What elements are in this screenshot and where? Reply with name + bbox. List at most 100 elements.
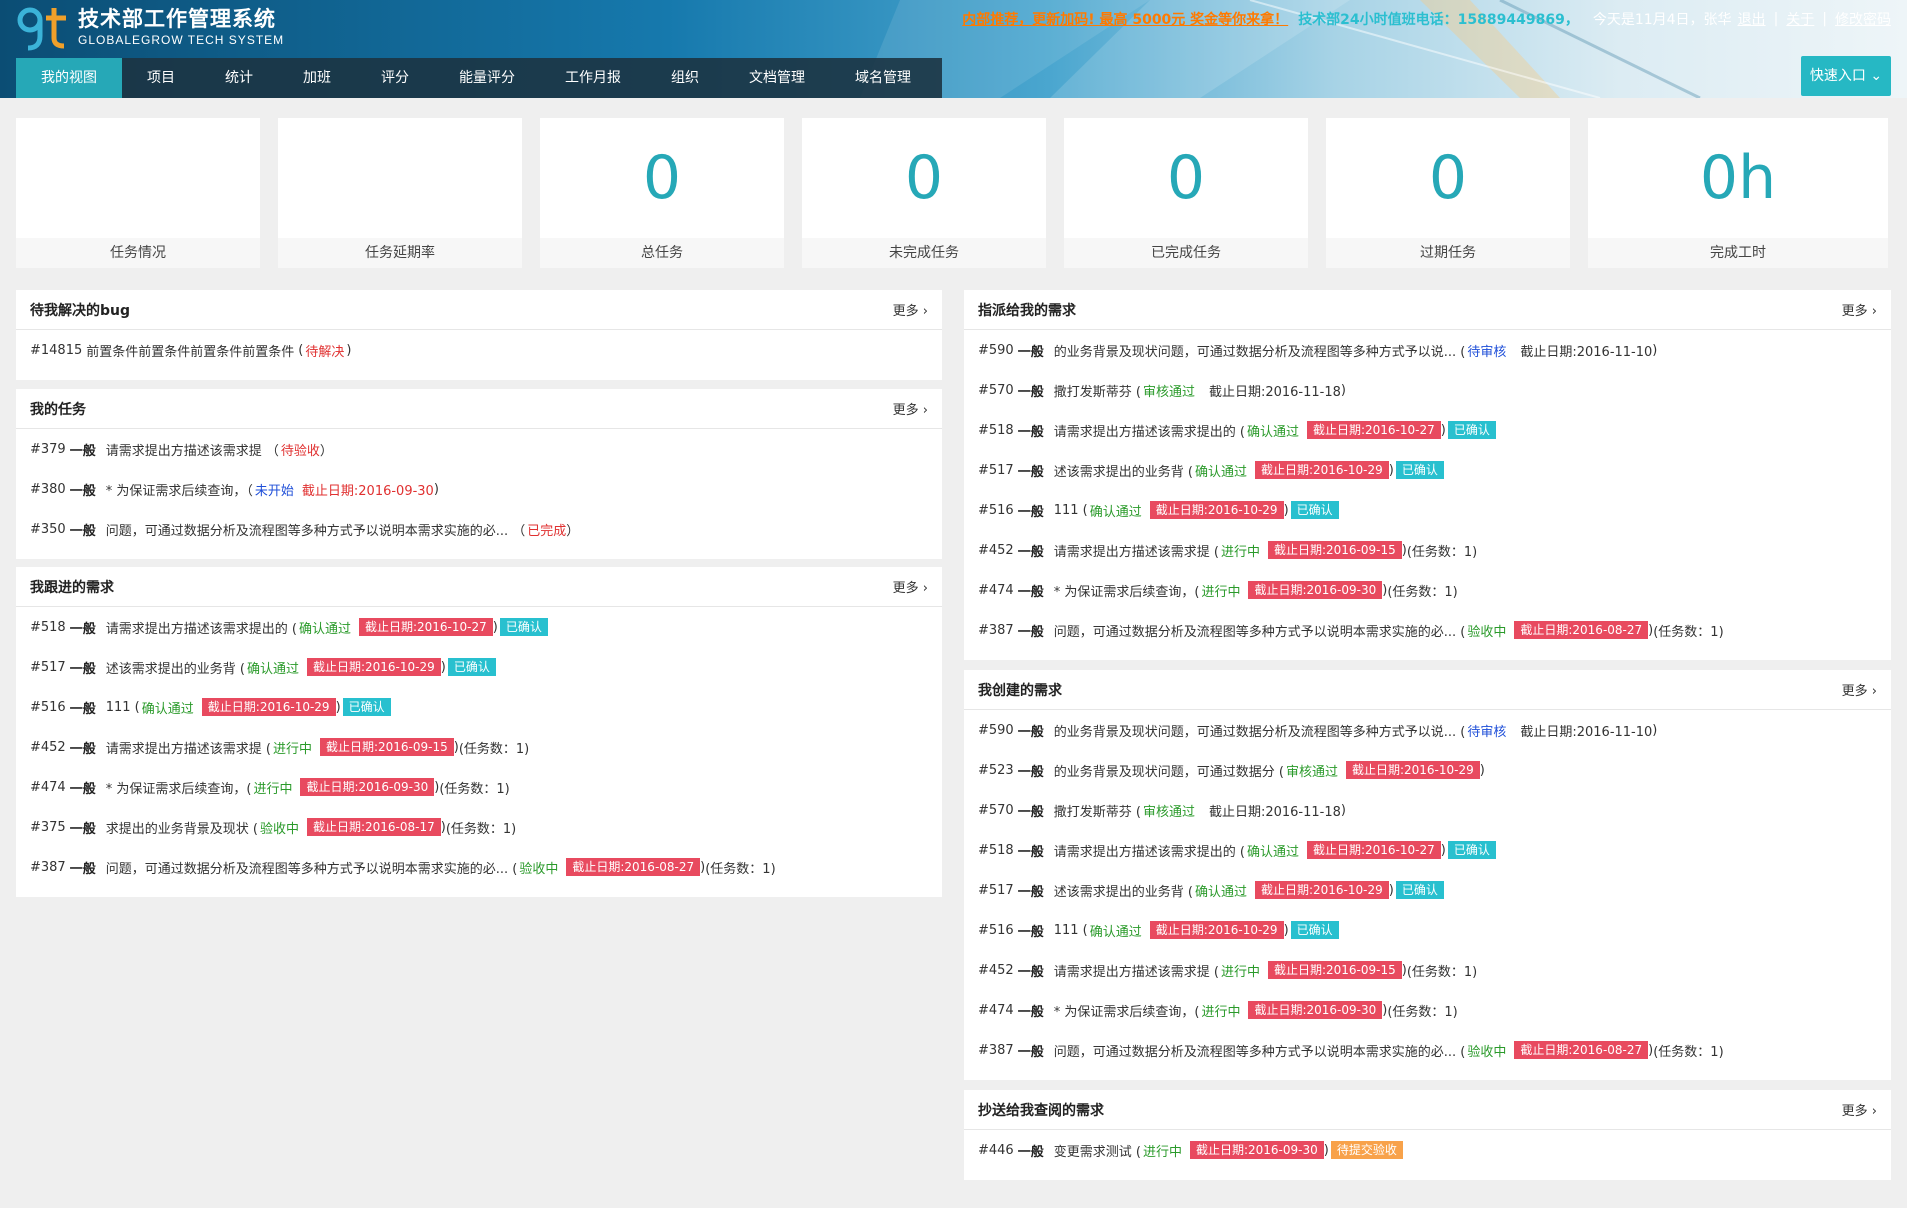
item-id[interactable]: #518 bbox=[978, 423, 1014, 438]
item-id[interactable]: #387 bbox=[30, 860, 66, 875]
stat-card-task-status[interactable]: 任务情况 bbox=[16, 118, 260, 268]
nav-rating[interactable]: 评分 bbox=[356, 58, 434, 98]
list-item[interactable]: #517 一般 述该需求提出的业务背 (确认通过 截止日期:2016-10-29) 已确… bbox=[964, 870, 1891, 910]
stat-card-total-tasks[interactable]: 0 总任务 bbox=[540, 118, 784, 268]
nav-domains[interactable]: 域名管理 bbox=[830, 58, 936, 98]
item-id[interactable]: #516 bbox=[978, 923, 1014, 938]
list-item[interactable]: #350 一般 问题，可通过数据分析及流程图等多种方式予以说明本需求实施的必... … bbox=[16, 509, 942, 549]
item-title[interactable]: 请需求提出方描述该需求提 ( bbox=[1054, 961, 1219, 980]
item-title[interactable]: 述该需求提出的业务背 ( bbox=[1054, 461, 1193, 480]
more-link[interactable]: 更多 › bbox=[893, 399, 928, 418]
list-item[interactable]: #590 一般 的业务背景及现状问题，可通过数据分析及流程图等多种方式予以说... … bbox=[964, 330, 1891, 370]
list-item[interactable]: #516 一般 111 (确认通过 截止日期:2016-10-29) 已确认 bbox=[964, 490, 1891, 530]
item-id[interactable]: #590 bbox=[978, 723, 1014, 738]
item-id[interactable]: #14815 bbox=[30, 343, 82, 358]
nav-my-view[interactable]: 我的视图 bbox=[16, 58, 122, 98]
more-link[interactable]: 更多 › bbox=[1842, 1100, 1877, 1119]
list-item[interactable]: #387 一般 问题，可通过数据分析及流程图等多种方式予以说明本需求实施的必... … bbox=[964, 1030, 1891, 1070]
item-title[interactable]: 述该需求提出的业务背 ( bbox=[1054, 881, 1193, 900]
item-title[interactable]: 的业务背景及现状问题，可通过数据分 ( bbox=[1054, 761, 1284, 780]
item-title[interactable]: 请需求提出方描述该需求提 ( bbox=[106, 738, 271, 757]
item-title[interactable]: 111 ( bbox=[106, 700, 140, 715]
list-item[interactable]: #379 一般 请需求提出方描述该需求提 （待验收） bbox=[16, 429, 942, 469]
item-title[interactable]: 请需求提出方描述该需求提 （ bbox=[106, 440, 279, 459]
list-item[interactable]: #516 一般 111 (确认通过 截止日期:2016-10-29) 已确认 bbox=[16, 687, 942, 727]
more-link[interactable]: 更多 › bbox=[893, 300, 928, 319]
item-title[interactable]: 请需求提出方描述该需求提出的 ( bbox=[106, 618, 297, 637]
list-item[interactable]: #517 一般 述该需求提出的业务背 (确认通过 截止日期:2016-10-29) 已确… bbox=[16, 647, 942, 687]
item-title[interactable]: 变更需求测试 ( bbox=[1054, 1141, 1141, 1160]
item-title[interactable]: 问题，可通过数据分析及流程图等多种方式予以说明本需求实施的必... ( bbox=[1054, 1041, 1466, 1060]
item-title[interactable]: 述该需求提出的业务背 ( bbox=[106, 658, 245, 677]
item-title[interactable]: 111 ( bbox=[1054, 503, 1088, 518]
item-title[interactable]: 撒打发斯蒂芬 ( bbox=[1054, 381, 1141, 400]
change-password-link[interactable]: 修改密码 bbox=[1835, 9, 1891, 29]
list-item[interactable]: #517 一般 述该需求提出的业务背 (确认通过 截止日期:2016-10-29) 已确… bbox=[964, 450, 1891, 490]
item-id[interactable]: #590 bbox=[978, 343, 1014, 358]
item-title[interactable]: 问题，可通过数据分析及流程图等多种方式予以说明本需求实施的必... ( bbox=[1054, 621, 1466, 640]
more-link[interactable]: 更多 › bbox=[1842, 300, 1877, 319]
list-item[interactable]: #518 一般 请需求提出方描述该需求提出的 (确认通过 截止日期:2016-10-2… bbox=[964, 830, 1891, 870]
item-id[interactable]: #387 bbox=[978, 1043, 1014, 1058]
item-id[interactable]: #523 bbox=[978, 763, 1014, 778]
item-id[interactable]: #516 bbox=[30, 700, 66, 715]
item-id[interactable]: #446 bbox=[978, 1143, 1014, 1158]
item-id[interactable]: #570 bbox=[978, 383, 1014, 398]
list-item[interactable]: #387 一般 问题，可通过数据分析及流程图等多种方式予以说明本需求实施的必... … bbox=[964, 610, 1891, 650]
list-item[interactable]: #474 一般 * 为保证需求后续查询，(进行中 截止日期:2016-09-30) (任… bbox=[964, 990, 1891, 1030]
list-item[interactable]: #380 一般 * 为保证需求后续查询，（ 未开始 截止日期:2016-09-30) bbox=[16, 469, 942, 509]
item-title[interactable]: 问题，可通过数据分析及流程图等多种方式予以说明本需求实施的必... ( bbox=[106, 858, 518, 877]
item-id[interactable]: #518 bbox=[978, 843, 1014, 858]
more-link[interactable]: 更多 › bbox=[893, 577, 928, 596]
nav-overtime[interactable]: 加班 bbox=[278, 58, 356, 98]
item-id[interactable]: #350 bbox=[30, 522, 66, 537]
item-title[interactable]: * 为保证需求后续查询，( bbox=[106, 778, 252, 797]
list-item[interactable]: #387 一般 问题，可通过数据分析及流程图等多种方式予以说明本需求实施的必... … bbox=[16, 847, 942, 887]
stat-card-unfinished-tasks[interactable]: 0 未完成任务 bbox=[802, 118, 1046, 268]
item-title[interactable]: 请需求提出方描述该需求提出的 ( bbox=[1054, 421, 1245, 440]
list-item[interactable]: #570 一般 撒打发斯蒂芬 (审核通过 截止日期:2016-11-18) bbox=[964, 790, 1891, 830]
nav-monthly-report[interactable]: 工作月报 bbox=[540, 58, 646, 98]
list-item[interactable]: #452 一般 请需求提出方描述该需求提 (进行中 截止日期:2016-09-15)(… bbox=[964, 950, 1891, 990]
list-item[interactable]: #446 一般 变更需求测试 (进行中 截止日期:2016-09-30) 待提交验收 bbox=[964, 1130, 1891, 1170]
item-id[interactable]: #517 bbox=[978, 883, 1014, 898]
more-link[interactable]: 更多 › bbox=[1842, 680, 1877, 699]
stat-card-delay-rate[interactable]: 任务延期率 bbox=[278, 118, 522, 268]
item-title[interactable]: 撒打发斯蒂芬 ( bbox=[1054, 801, 1141, 820]
item-title[interactable]: * 为保证需求后续查询，( bbox=[1054, 581, 1200, 600]
item-id[interactable]: #452 bbox=[30, 740, 66, 755]
item-id[interactable]: #474 bbox=[978, 1003, 1014, 1018]
item-id[interactable]: #517 bbox=[30, 660, 66, 675]
list-item[interactable]: #474 一般 * 为保证需求后续查询，(进行中 截止日期:2016-09-30) (任… bbox=[16, 767, 942, 807]
stat-card-finished-tasks[interactable]: 0 已完成任务 bbox=[1064, 118, 1308, 268]
item-id[interactable]: #452 bbox=[978, 963, 1014, 978]
list-item[interactable]: #523 一般 的业务背景及现状问题，可通过数据分 (审核通过 截止日期:2016-1… bbox=[964, 750, 1891, 790]
list-item[interactable]: #516 一般 111 (确认通过 截止日期:2016-10-29) 已确认 bbox=[964, 910, 1891, 950]
item-title[interactable]: 的业务背景及现状问题，可通过数据分析及流程图等多种方式予以说... ( bbox=[1054, 341, 1466, 360]
item-title[interactable]: 111 ( bbox=[1054, 923, 1088, 938]
item-title[interactable]: 请需求提出方描述该需求提 ( bbox=[1054, 541, 1219, 560]
item-id[interactable]: #518 bbox=[30, 620, 66, 635]
nav-energy-rating[interactable]: 能量评分 bbox=[434, 58, 540, 98]
list-item[interactable]: #518 一般 请需求提出方描述该需求提出的 (确认通过 截止日期:2016-10-2… bbox=[16, 607, 942, 647]
item-id[interactable]: #375 bbox=[30, 820, 66, 835]
item-title[interactable]: 的业务背景及现状问题，可通过数据分析及流程图等多种方式予以说... ( bbox=[1054, 721, 1466, 740]
promo-link[interactable]: 内部推荐，更新加码! 最高 5000元 奖金等你来拿！ bbox=[962, 9, 1288, 29]
nav-documents[interactable]: 文档管理 bbox=[724, 58, 830, 98]
list-item[interactable]: #590 一般 的业务背景及现状问题，可通过数据分析及流程图等多种方式予以说... … bbox=[964, 710, 1891, 750]
stat-card-completed-hours[interactable]: 0h 完成工时 bbox=[1588, 118, 1888, 268]
stat-card-overdue-tasks[interactable]: 0 过期任务 bbox=[1326, 118, 1570, 268]
item-id[interactable]: #517 bbox=[978, 463, 1014, 478]
nav-statistics[interactable]: 统计 bbox=[200, 58, 278, 98]
nav-organization[interactable]: 组织 bbox=[646, 58, 724, 98]
item-title[interactable]: * 为保证需求后续查询，( bbox=[1054, 1001, 1200, 1020]
list-item[interactable]: #375 一般 求提出的业务背景及现状 (验收中 截止日期:2016-08-17) (任… bbox=[16, 807, 942, 847]
logo[interactable]: 技术部工作管理系统 GLOBALEGROW TECH SYSTEM bbox=[14, 2, 284, 52]
item-id[interactable]: #474 bbox=[30, 780, 66, 795]
list-item[interactable]: #452 一般 请需求提出方描述该需求提 (进行中 截止日期:2016-09-15)(… bbox=[16, 727, 942, 767]
list-item[interactable]: #452 一般 请需求提出方描述该需求提 (进行中 截止日期:2016-09-15)(… bbox=[964, 530, 1891, 570]
list-item[interactable]: #474 一般 * 为保证需求后续查询，(进行中 截止日期:2016-09-30) (任… bbox=[964, 570, 1891, 610]
item-id[interactable]: #570 bbox=[978, 803, 1014, 818]
item-title[interactable]: 前置条件前置条件前置条件前置条件 bbox=[86, 341, 294, 360]
item-id[interactable]: #516 bbox=[978, 503, 1014, 518]
